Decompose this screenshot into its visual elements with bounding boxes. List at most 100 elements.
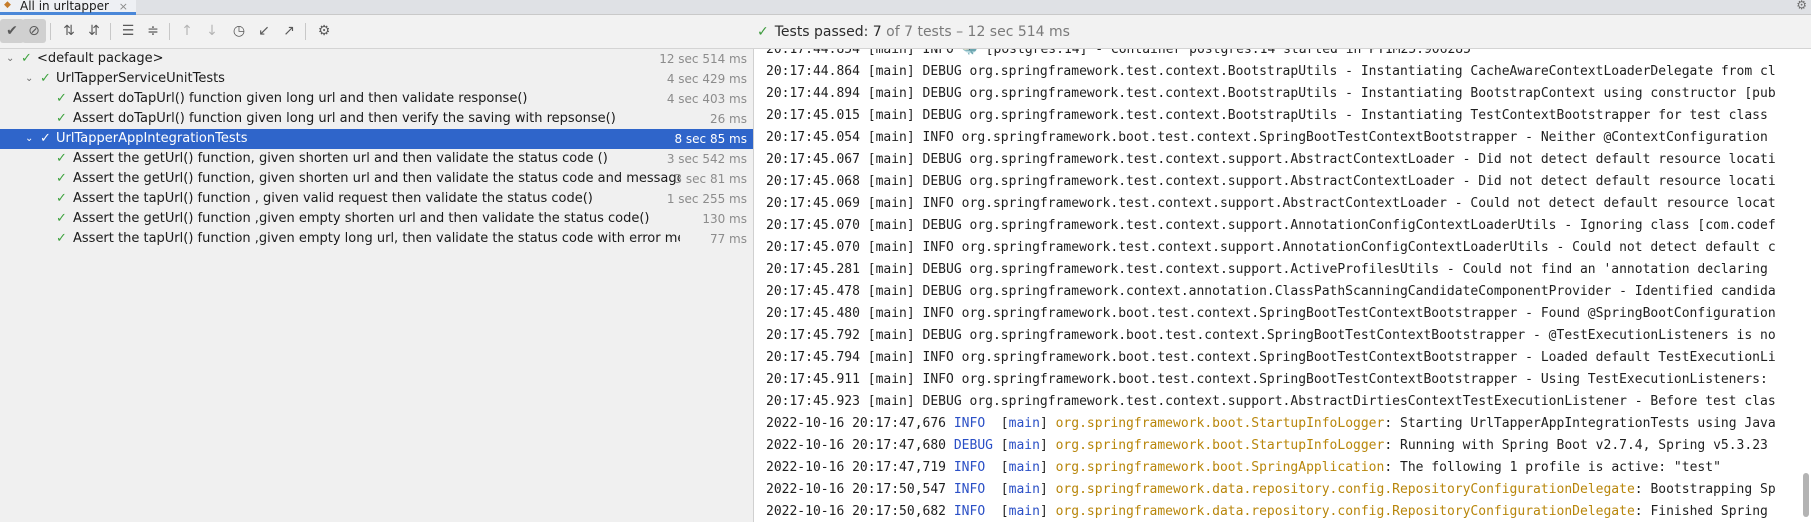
show-passed-toggle-button[interactable]: ✔ [0,19,24,43]
stop-circle-icon: ⊘ [28,23,40,39]
console-line: 20:17:45.015 [main] DEBUG org.springfram… [766,108,1768,123]
log-thread: main [1008,482,1040,497]
test-label: <default package> [37,51,164,66]
console-line: 2022-10-16 20:17:50,682 INFO [main] org.… [766,501,1768,522]
console-line: 20:17:45.054 [main] INFO org.springframe… [766,130,1768,145]
toolbar-divider [110,23,111,40]
toolbar-divider [50,23,51,40]
log-logger-name[interactable]: org.springframework.boot.SpringApplicati… [1056,460,1385,475]
console-output[interactable]: 20:17:44.854 [main] INFO 🐳 [postgres:14]… [754,49,1811,522]
test-status-summary: ✓ Tests passed: 7 of 7 tests – 12 sec 514… [757,24,1070,40]
down-arrow-icon: ↓ [206,23,218,39]
check-toggle-icon: ✔ [6,23,18,39]
test-label: Assert the getUrl() function, given shor… [73,171,680,186]
log-message: : Bootstrapping Sp [1634,482,1776,497]
sort-by-duration-button[interactable]: ⇵ [82,19,106,43]
console-line: 20:17:45.478 [main] DEBUG org.springfram… [766,284,1776,299]
test-duration: 12 sec 514 ms [659,52,747,66]
log-logger-name[interactable]: org.springframework.data.repository.conf… [1056,504,1635,519]
test-duration: 1 sec 255 ms [666,192,747,206]
passed-check-icon: ✓ [40,71,51,86]
test-item[interactable]: ✓ Assert the getUrl() function, given sho… [0,149,753,169]
status-total: of 7 tests – 12 sec 514 ms [886,24,1070,40]
gear-icon[interactable]: ⚙ [1796,0,1807,12]
test-suite-item[interactable]: ⌄ ✓ UrlTapperAppIntegrationTests 8 sec 85 m… [0,129,753,149]
test-item[interactable]: ✓ Assert the getUrl() function, given sho… [0,169,753,189]
import-tests-button[interactable]: ↙ [252,19,276,43]
test-duration: 8 sec 85 ms [670,129,747,149]
passed-check-icon: ✓ [40,131,51,146]
passed-check-icon: ✓ [56,171,67,186]
log-logger-name[interactable]: org.springframework.boot.StartupInfoLogg… [1056,416,1385,431]
status-passed-label: Tests passed: [774,24,869,40]
log-message: : Finished Spring [1634,504,1768,519]
log-level: DEBUG [953,438,993,453]
passed-check-icon: ✓ [56,151,67,166]
console-line: 20:17:45.794 [main] INFO org.springframe… [766,350,1776,365]
sort-alpha-icon: ⇅ [63,23,75,39]
test-results-tree: ⌄ ✓ <default package> 12 sec 514 ms ⌄ ✓ UrlTap… [0,49,753,522]
console-line: 2022-10-16 20:17:47,676 INFO [main] org.… [766,413,1776,435]
export-icon: ↗ [283,23,295,39]
log-message: : Starting UrlTapperAppIntegrationTests … [1384,416,1776,431]
log-thread-wrapper: [main] [992,416,1056,431]
log-message: : Running with Spring Boot v2.7.4, Sprin… [1384,438,1768,453]
test-label: Assert doTapUrl() function given long ur… [73,91,528,106]
expand-all-icon: ☰ [121,23,135,39]
test-item[interactable]: ✓ Assert doTapUrl() function given long u… [0,89,753,109]
passed-check-icon: ✓ [757,24,769,40]
log-logger-name[interactable]: org.springframework.data.repository.conf… [1056,482,1635,497]
console-scrollbar[interactable] [1803,473,1809,517]
test-duration: 3 sec 81 ms [674,172,747,186]
chevron-down-icon[interactable]: ⌄ [25,129,33,149]
log-thread-wrapper: [main] [992,504,1056,519]
log-timestamp: 2022-10-16 20:17:47,680 [766,438,954,453]
console-line: 20:17:45.792 [main] DEBUG org.springfram… [766,328,1776,343]
console-line: 2022-10-16 20:17:50,547 INFO [main] org.… [766,479,1776,501]
collapse-all-button[interactable]: ≑ [141,19,165,43]
test-item[interactable]: ✓ Assert the tapUrl() function ,given emp… [0,229,753,249]
test-label: UrlTapperAppIntegrationTests [56,131,248,146]
test-duration: 4 sec 403 ms [666,92,747,106]
test-duration: 130 ms [702,212,747,226]
toolbar-divider [305,23,306,40]
test-suite-item[interactable]: ⌄ ✓ <default package> 12 sec 514 ms [0,49,753,69]
test-suite-item[interactable]: ⌄ ✓ UrlTapperServiceUnitTests 4 sec 429 ms [0,69,753,89]
test-duration: 26 ms [709,112,747,126]
settings-button[interactable]: ⚙ [312,19,336,43]
previous-failed-test-button[interactable]: ↑ [175,19,199,43]
console-line: 20:17:45.068 [main] DEBUG org.springfram… [766,174,1776,189]
show-ignored-toggle-button[interactable]: ⊘ [22,19,46,43]
log-logger-name[interactable]: org.springframework.boot.StartupInfoLogg… [1056,438,1385,453]
close-tab-icon[interactable]: × [119,0,128,13]
status-passed-count: 7 [872,24,882,40]
export-tests-button[interactable]: ↗ [277,19,301,43]
import-icon: ↙ [258,23,270,39]
test-item[interactable]: ✓ Assert the getUrl() function ,given emp… [0,209,753,229]
next-failed-test-button[interactable]: ↓ [200,19,224,43]
passed-check-icon: ✓ [56,91,67,106]
console-line: 20:17:45.923 [main] DEBUG org.springfram… [766,394,1776,409]
sort-alphabetically-button[interactable]: ⇅ [57,19,81,43]
log-thread: main [1008,460,1040,475]
log-thread-wrapper: [main] [992,460,1056,475]
console-line: 2022-10-16 20:17:47,719 INFO [main] org.… [766,457,1721,479]
test-history-button[interactable]: ◷ [227,19,251,43]
console-line: 20:17:45.911 [main] INFO org.springframe… [766,372,1768,387]
log-level: INFO [953,416,993,431]
log-thread: main [1008,438,1040,453]
passed-check-icon: ✓ [56,231,67,246]
expand-all-button[interactable]: ☰ [116,19,140,43]
tab-label: All in urltapper [20,0,109,13]
up-arrow-icon: ↑ [181,23,193,39]
toolbar-divider [169,23,170,40]
test-duration: 4 sec 429 ms [666,72,747,86]
log-level: INFO [953,504,993,519]
tab-all-in-urltapper[interactable]: ◆ All in urltapper × [0,0,136,15]
test-item[interactable]: ✓ Assert doTapUrl() function given long u… [0,109,753,129]
log-level: INFO [953,482,993,497]
test-label: Assert the tapUrl() function , given val… [73,191,593,206]
chevron-down-icon[interactable]: ⌄ [6,49,14,69]
test-item[interactable]: ✓ Assert the tapUrl() function , given va… [0,189,753,209]
chevron-down-icon[interactable]: ⌄ [25,69,33,89]
